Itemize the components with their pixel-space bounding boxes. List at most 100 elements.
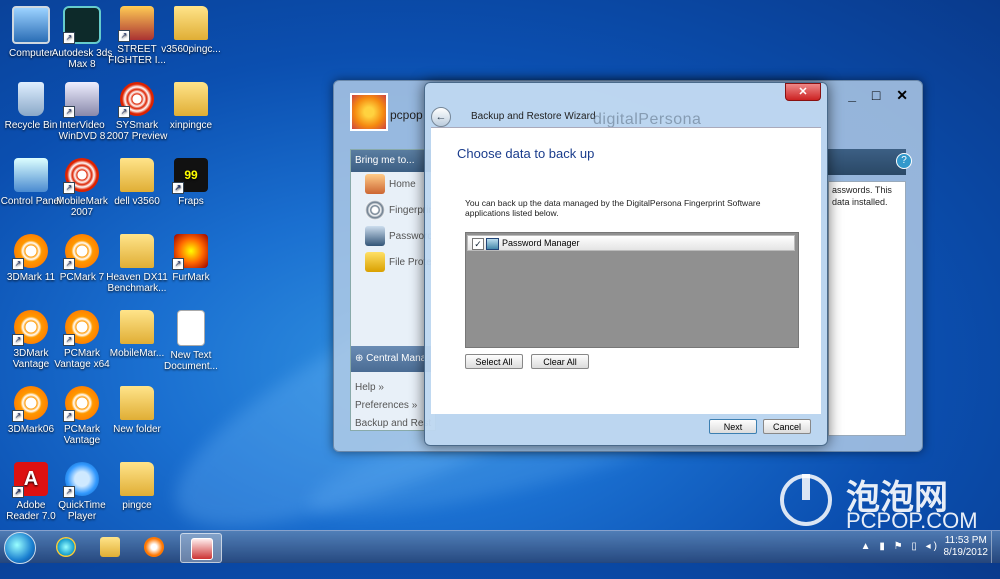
sidebar-item-file-protection[interactable]: File Prote <box>351 250 435 276</box>
desktop-icon-label: InterVideo WinDVD 8 <box>58 120 106 142</box>
cancel-button[interactable]: Cancel <box>763 419 811 434</box>
fraps-icon: 99 ↗ <box>172 158 208 194</box>
desktop-icon-mobilemark[interactable]: ↗ MobileMark 2007 <box>51 158 113 218</box>
desktop-icon-folder[interactable]: MobileMar... <box>106 310 168 359</box>
taskbar-ie[interactable] <box>46 533 86 561</box>
clock-time: 11:53 PM <box>944 535 987 546</box>
pcmark-vantage-icon: ↗ <box>63 310 99 346</box>
desktop-icon-label: 3DMark06 <box>7 424 55 435</box>
autodesk-3ds-max-icon: ↗ <box>63 6 101 44</box>
taskbar-digitalpersona[interactable] <box>180 533 222 563</box>
desktop-icon-street-fighter[interactable]: ↗ STREET FIGHTER I... <box>106 6 168 66</box>
show-desktop-button[interactable] <box>991 531 1000 563</box>
control-panel-icon <box>14 158 48 192</box>
dialog-content: Choose data to back up You can back up t… <box>431 127 821 414</box>
desktop-icon-folder[interactable]: New folder <box>106 386 168 435</box>
folder-icon <box>120 310 154 344</box>
desktop-icon-label: QuickTime Player <box>58 500 106 522</box>
3dmark06-icon: ↗ <box>12 386 48 422</box>
clock[interactable]: 11:53 PM 8/19/2012 <box>944 535 989 559</box>
desktop-icon-label: Adobe Reader 7.0 <box>6 500 56 522</box>
desktop-icon-pcmark7[interactable]: ↗ PCMark 7 <box>51 234 113 283</box>
desktop-icon-pcmark-vantage[interactable]: ↗ PCMark Vantage <box>51 386 113 446</box>
desktop-icon-folder[interactable]: xinpingce <box>160 82 222 131</box>
power-logo-icon <box>780 474 832 526</box>
description-text: You can back up the data managed by the … <box>465 198 761 218</box>
desktop-icon-3dsmax[interactable]: ↗ Autodesk 3ds Max 8 <box>51 6 113 70</box>
3dmark-icon: ↗ <box>12 234 48 270</box>
desktop-icon-folder[interactable]: Heaven DX11 Benchmark... <box>106 234 168 294</box>
recycle-bin-icon <box>18 82 44 116</box>
desktop-icon-label: Fraps <box>178 196 204 207</box>
desktop-icon-label: 3DMark 11 <box>6 272 56 283</box>
desktop-icon-fraps[interactable]: 99 ↗ Fraps <box>160 158 222 207</box>
media-player-icon <box>144 537 164 557</box>
3dmark-vantage-icon: ↗ <box>12 310 48 346</box>
content-pane-text: asswords. This data installed. <box>828 181 906 436</box>
desktop-icon-pcmark-vantage-x64[interactable]: ↗ PCMark Vantage x64 <box>51 310 113 370</box>
backup-restore-link[interactable]: Backup and Rest <box>355 418 431 429</box>
list-item-label: Password Manager <box>502 238 580 248</box>
desktop-icon-quicktime[interactable]: ↗ QuickTime Player <box>51 462 113 522</box>
system-tray-icons[interactable]: ▲ ▮ ⚑ ▯ ◂) <box>861 541 940 552</box>
desktop-icon-label: PCMark Vantage x64 <box>54 348 110 370</box>
desktop-icon-label: Computer <box>9 48 53 59</box>
preferences-link[interactable]: Preferences » <box>355 400 417 411</box>
folder-icon <box>120 158 154 192</box>
back-arrow-icon[interactable]: ← <box>431 107 451 127</box>
desktop-icon-label: New folder <box>113 424 161 435</box>
sidebar-item-fingerprint[interactable]: Fingerprint <box>351 198 435 224</box>
digitalpersona-icon <box>191 538 213 560</box>
taskbar-explorer[interactable] <box>90 533 130 561</box>
desktop-icon-label: SYSmark 2007 Preview <box>106 120 168 142</box>
furmark-icon: ↗ <box>172 234 208 270</box>
close-button[interactable]: ✕ <box>785 83 821 101</box>
text-document-icon <box>177 310 205 346</box>
desktop-icon-label: v3560pingc... <box>161 44 221 55</box>
quicktime-icon: ↗ <box>63 462 99 498</box>
desktop-icon-label: Recycle Bin <box>4 120 58 131</box>
desktop-icon-label: xinpingce <box>169 120 213 131</box>
password-manager-checkbox[interactable]: ✓ <box>472 238 484 250</box>
help-link[interactable]: Help » <box>355 382 384 393</box>
sidebar-item-password[interactable]: Password <box>351 224 435 250</box>
taskbar-media-player[interactable] <box>134 533 174 561</box>
home-icon <box>365 174 385 195</box>
next-button[interactable]: Next <box>709 419 757 434</box>
desktop-icon-folder[interactable]: pingce <box>106 462 168 511</box>
desktop-icon-label: PCMark Vantage <box>63 424 101 446</box>
desktop-icon-label: Autodesk 3ds Max 8 <box>51 48 113 70</box>
window-controls[interactable]: _ □ ✕ <box>848 87 914 104</box>
sidebar-header: Bring me to... <box>351 150 435 172</box>
desktop-icon-label: PCMark 7 <box>59 272 105 283</box>
folder-icon <box>174 6 208 40</box>
internet-explorer-icon <box>56 537 76 557</box>
desktop-icon-label: New Text Document... <box>164 350 218 372</box>
pcmark-icon: ↗ <box>63 234 99 270</box>
backup-restore-wizard-dialog: ✕ ← Backup and Restore Wizard digitalPer… <box>424 82 828 446</box>
desktop-icon-folder[interactable]: v3560pingc... <box>160 6 222 55</box>
desktop-icon-windvd[interactable]: ↗ InterVideo WinDVD 8 <box>51 82 113 142</box>
sysmark-icon: ↗ <box>118 82 154 118</box>
select-all-button[interactable]: Select All <box>465 354 523 369</box>
dialog-title: Backup and Restore Wizard <box>471 111 596 122</box>
content-header-bar <box>828 149 906 175</box>
lock-icon <box>365 252 385 273</box>
folder-icon <box>120 234 154 268</box>
desktop-icon-text-document[interactable]: New Text Document... <box>160 310 222 372</box>
page-heading: Choose data to back up <box>457 146 595 161</box>
clear-all-button[interactable]: Clear All <box>531 354 589 369</box>
desktop-icon-label: 3DMark Vantage <box>12 348 50 370</box>
backup-data-list: ✓ Password Manager <box>465 232 799 348</box>
plus-icon: ⊕ <box>355 353 367 364</box>
desktop-icon-folder[interactable]: dell v3560 <box>106 158 168 207</box>
desktop-icon-furmark[interactable]: ↗ FurMark <box>160 234 222 283</box>
sidebar-item-home[interactable]: Home <box>351 172 435 198</box>
start-button[interactable] <box>4 532 36 564</box>
central-management-label: Central Mana <box>366 353 427 364</box>
desktop-icon-label: dell v3560 <box>114 196 160 207</box>
help-icon[interactable]: ? <box>896 153 912 169</box>
list-item[interactable]: ✓ Password Manager <box>467 235 795 251</box>
desktop-icon-sysmark[interactable]: ↗ SYSmark 2007 Preview <box>106 82 168 142</box>
adobe-reader-icon: A ↗ <box>12 462 48 498</box>
